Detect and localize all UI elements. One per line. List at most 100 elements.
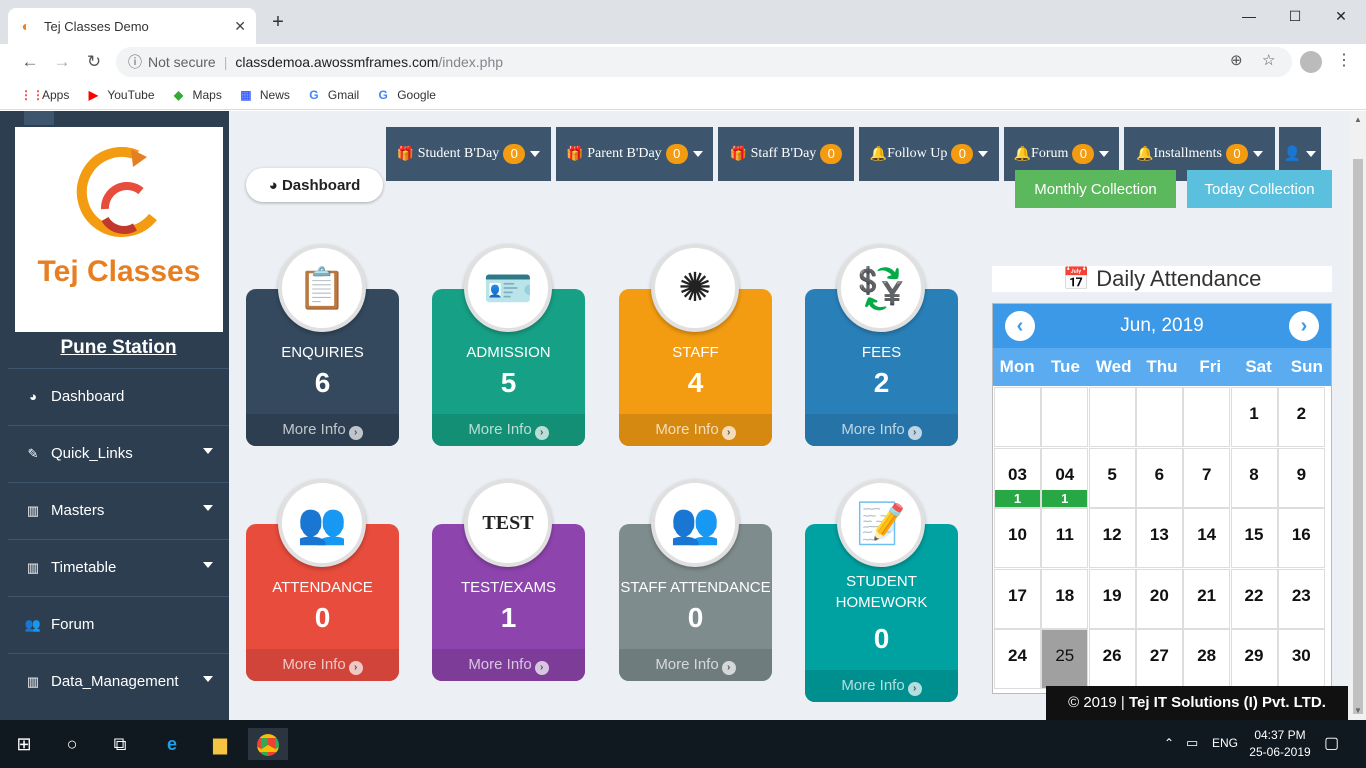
prev-month-button[interactable]: ‹ xyxy=(1005,311,1035,341)
calendar-day[interactable]: 23 xyxy=(1277,568,1325,629)
parent-birthday-dropdown[interactable]: 🎁 Parent B'Day 0 xyxy=(556,127,713,181)
edge-icon[interactable]: e xyxy=(156,728,188,760)
calendar-day[interactable]: 28 xyxy=(1183,629,1231,689)
calendar-day[interactable]: 03 1 xyxy=(994,447,1041,508)
clock[interactable]: 04:37 PM 25-06-2019 xyxy=(1248,728,1312,759)
sidebar-item-masters[interactable]: ▥ Masters xyxy=(8,482,229,538)
page-scrollbar[interactable]: ▲ ▼ xyxy=(1350,111,1366,720)
file-explorer-icon[interactable]: ▆ xyxy=(204,728,236,760)
scrollbar-thumb[interactable] xyxy=(1353,159,1363,714)
url-path: /index.php xyxy=(438,54,504,70)
more-info-link[interactable]: More Info › xyxy=(432,414,585,446)
more-info-link[interactable]: More Info › xyxy=(619,414,772,446)
chrome-icon[interactable] xyxy=(248,728,288,760)
calendar-day[interactable]: 11 xyxy=(1041,508,1089,568)
calendar-day[interactable]: 17 xyxy=(994,568,1041,629)
calendar-day[interactable]: 12 xyxy=(1088,508,1136,568)
close-tab-icon[interactable]: ✕ xyxy=(234,18,246,35)
sidebar-item-dashboard[interactable]: ◕ Dashboard xyxy=(8,368,229,424)
calendar-day[interactable]: 18 xyxy=(1041,568,1089,629)
more-info-link[interactable]: More Info › xyxy=(246,649,399,681)
station-link[interactable]: Pune Station xyxy=(8,337,229,359)
more-info-link[interactable]: More Info › xyxy=(805,414,958,446)
calendar-day[interactable]: 24 xyxy=(994,629,1041,689)
calendar-day[interactable]: 10 xyxy=(994,508,1041,568)
calendar-day[interactable]: 9 xyxy=(1277,447,1325,508)
windows-start-icon[interactable]: ⊞ xyxy=(8,728,40,760)
sidebar-toggle[interactable] xyxy=(24,111,54,125)
attendance-event[interactable]: 1 xyxy=(995,489,1040,507)
browser-tab[interactable]: ◐ Tej Classes Demo ✕ xyxy=(8,8,256,44)
calendar-day[interactable]: 29 xyxy=(1230,629,1278,689)
task-view-icon[interactable]: ⧉ xyxy=(104,728,136,760)
calendar-day[interactable]: 19 xyxy=(1088,568,1136,629)
more-info-link[interactable]: More Info › xyxy=(619,649,772,681)
attendance-event[interactable]: 1 xyxy=(1042,489,1088,507)
today-collection-button[interactable]: Today Collection xyxy=(1187,170,1332,208)
zoom-icon[interactable]: ⊕ xyxy=(1230,51,1243,69)
calendar-day[interactable]: 6 xyxy=(1135,447,1183,508)
profile-avatar-icon[interactable] xyxy=(1300,51,1322,73)
language-indicator[interactable]: ENG xyxy=(1212,736,1238,750)
card-value: 0 xyxy=(873,623,890,654)
back-icon[interactable]: ← xyxy=(14,46,46,78)
calendar-day[interactable]: 7 xyxy=(1183,447,1231,508)
student-birthday-dropdown[interactable]: 🎁 Student B'Day 0 xyxy=(386,127,551,181)
follow-up-dropdown[interactable]: 🔔 Follow Up 0 xyxy=(859,127,999,181)
reload-icon[interactable]: ↻ xyxy=(78,46,110,78)
staff-birthday-dropdown[interactable]: 🎁 Staff B'Day 0 xyxy=(718,127,854,181)
maximize-button[interactable]: ☐ xyxy=(1272,4,1318,28)
bookmark-youtube[interactable]: ▶ YouTube xyxy=(85,87,155,103)
scroll-up-icon[interactable]: ▲ xyxy=(1354,115,1362,124)
new-tab-button[interactable]: + xyxy=(266,10,290,34)
url-input[interactable]: ⓘ Not secure | classdemoa.awossmframes.c… xyxy=(116,47,1292,77)
bookmark-google[interactable]: G Google xyxy=(375,87,436,103)
calendar-day[interactable]: 26 xyxy=(1088,629,1136,689)
calendar-day[interactable]: 5 xyxy=(1088,447,1136,508)
dashboard-breadcrumb[interactable]: ◕ Dashboard xyxy=(246,168,383,202)
bookmark-maps[interactable]: ◆ Maps xyxy=(171,87,222,103)
calendar-day[interactable]: 25 xyxy=(1041,629,1089,689)
next-month-button[interactable]: › xyxy=(1289,311,1319,341)
bookmark-gmail[interactable]: G Gmail xyxy=(306,87,359,103)
search-icon[interactable]: ○ xyxy=(56,728,88,760)
calendar-day[interactable]: 22 xyxy=(1230,568,1278,629)
calendar-day[interactable]: 30 xyxy=(1277,629,1325,689)
network-icon[interactable]: ▭ xyxy=(1186,735,1198,751)
tray-chevron-icon[interactable]: ⌃ xyxy=(1164,736,1174,750)
monthly-collection-button[interactable]: Monthly Collection xyxy=(1015,170,1176,208)
calendar-day[interactable]: 16 xyxy=(1277,508,1325,568)
calendar-day[interactable]: 27 xyxy=(1135,629,1183,689)
icon-glyph: 📋 xyxy=(297,266,347,311)
day-number: 16 xyxy=(1291,525,1311,544)
calendar-day[interactable]: 2 xyxy=(1277,387,1325,447)
calendar-day[interactable]: 04 1 xyxy=(1041,447,1089,508)
scroll-down-icon[interactable]: ▼ xyxy=(1354,706,1362,715)
logo[interactable]: Tej Classes xyxy=(15,127,223,332)
bookmark-star-icon[interactable]: ☆ xyxy=(1262,51,1275,69)
sidebar-item-data-management[interactable]: ▥ Data_Management xyxy=(8,653,229,709)
more-info-link[interactable]: More Info › xyxy=(805,670,958,702)
calendar-day[interactable]: 15 xyxy=(1230,508,1278,568)
calendar-day[interactable]: 1 xyxy=(1230,387,1278,447)
day-number: 22 xyxy=(1244,585,1264,605)
bookmark-news[interactable]: ▦ News xyxy=(238,87,290,103)
bookmark-apps[interactable]: ⋮⋮ Apps xyxy=(20,87,69,103)
calendar-day[interactable]: 20 xyxy=(1135,568,1183,629)
more-info-link[interactable]: More Info › xyxy=(246,414,399,446)
info-icon[interactable]: ⓘ xyxy=(128,52,142,72)
close-window-button[interactable]: ✕ xyxy=(1318,4,1364,28)
calendar-day[interactable]: 8 xyxy=(1230,447,1278,508)
sidebar-item-forum[interactable]: 👥 Forum xyxy=(8,596,229,652)
calendar-day[interactable]: 13 xyxy=(1135,508,1183,568)
sidebar-item-quick-links[interactable]: ✎ Quick_Links xyxy=(8,425,229,481)
sidebar-item-timetable[interactable]: ▥ Timetable xyxy=(8,539,229,595)
calendar-day[interactable]: 21 xyxy=(1183,568,1231,629)
forward-icon[interactable]: → xyxy=(46,46,78,78)
more-info-link[interactable]: More Info › xyxy=(432,649,585,681)
minimize-button[interactable]: — xyxy=(1226,4,1272,28)
calendar-day[interactable]: 14 xyxy=(1183,508,1231,568)
menu-icon[interactable]: ⋮ xyxy=(1336,50,1352,70)
notifications-icon[interactable]: ▢ xyxy=(1324,733,1339,753)
homework-icon: 📝 xyxy=(837,479,925,567)
